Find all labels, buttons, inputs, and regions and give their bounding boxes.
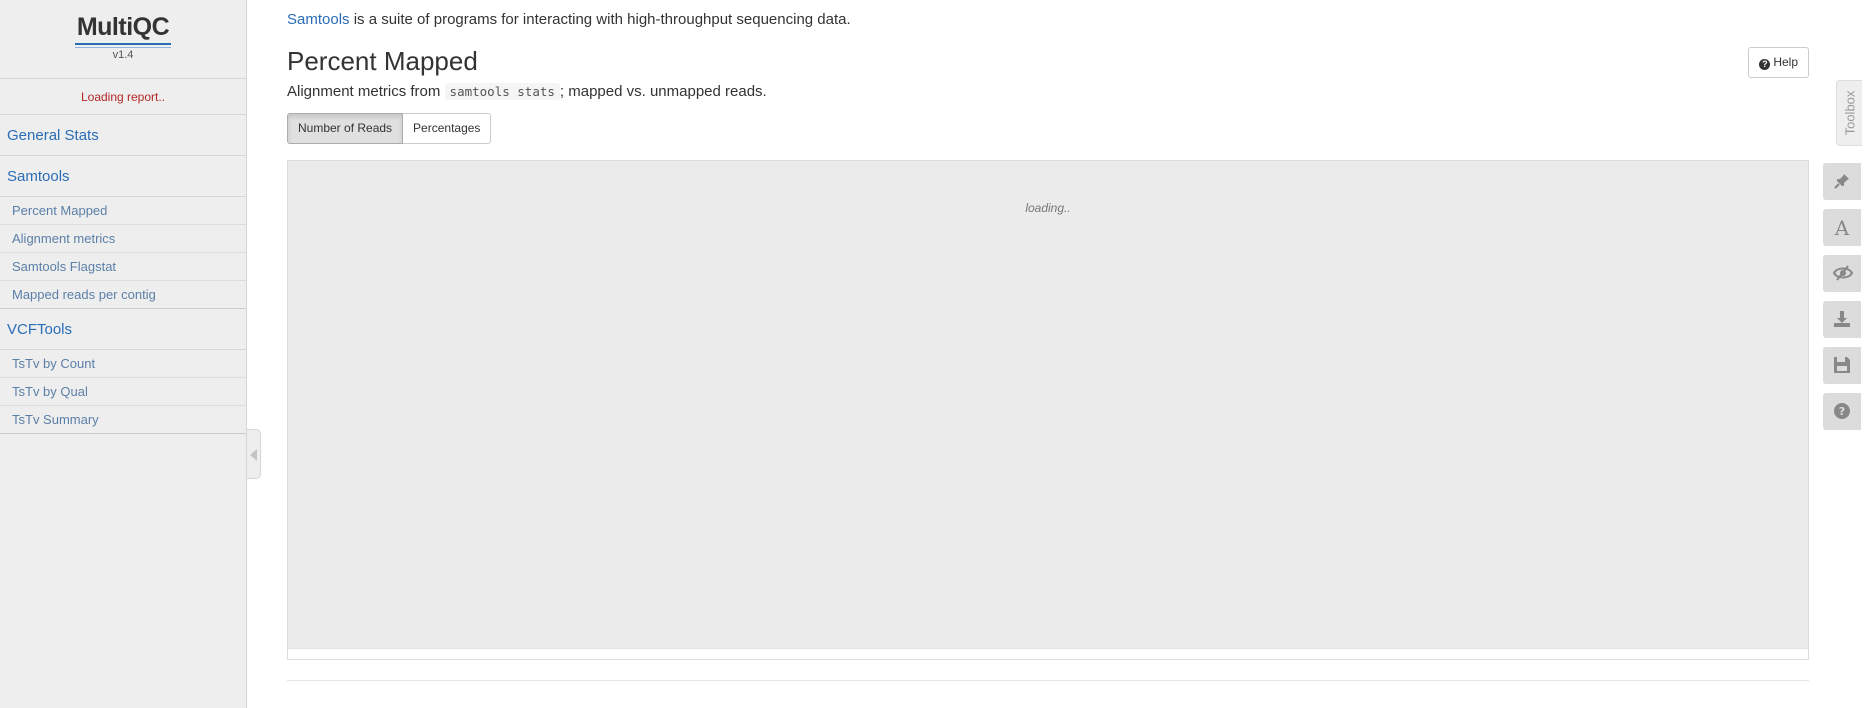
nav-sub-alignment-metrics[interactable]: Alignment metrics: [0, 225, 246, 253]
plot-resize-handle[interactable]: [288, 648, 1808, 659]
plot-toggle-group: Number of Reads Percentages: [287, 113, 1809, 144]
svg-text:?: ?: [1839, 405, 1845, 418]
toolbox-export-button[interactable]: [1823, 301, 1861, 338]
toolbox-label: Toolbox: [1842, 90, 1857, 136]
pin-icon: [1834, 174, 1849, 189]
multiqc-logo[interactable]: MultiQC: [74, 14, 172, 48]
eye-slash-icon: [1833, 265, 1853, 281]
nav-vcftools[interactable]: VCFTools: [0, 309, 246, 350]
nav-sub-percent-mapped[interactable]: Percent Mapped: [0, 197, 246, 225]
toolbox-hide-button[interactable]: [1823, 255, 1861, 292]
font-icon: A: [1834, 218, 1850, 238]
nav-sub-tstv-by-qual[interactable]: TsTv by Qual: [0, 378, 246, 406]
download-icon: [1834, 311, 1850, 327]
version-label: v1.4: [112, 49, 134, 61]
toolbox-rename-button[interactable]: A: [1823, 209, 1861, 246]
section-divider: [287, 680, 1809, 681]
nav-sub-mapped-reads-per-contig[interactable]: Mapped reads per contig: [0, 281, 246, 309]
desc-prefix: Alignment metrics from: [287, 83, 445, 100]
module-intro: Samtools is a suite of programs for inte…: [287, 11, 1809, 28]
plot-container: loading..: [287, 160, 1809, 660]
main-content: Samtools is a suite of programs for inte…: [287, 0, 1809, 681]
toolbox-highlight-button[interactable]: [1823, 163, 1861, 200]
desc-code: samtools stats: [444, 83, 560, 100]
nav-sub-tstv-summary[interactable]: TsTv Summary: [0, 406, 246, 434]
section-description: Alignment metrics from samtools stats; m…: [287, 83, 1809, 101]
nav-sub-tstv-by-count[interactable]: TsTv by Count: [0, 350, 246, 378]
section-title: Percent Mapped: [287, 46, 478, 76]
samtools-link[interactable]: Samtools: [287, 11, 350, 28]
toolbox-tab[interactable]: Toolbox: [1836, 80, 1862, 146]
help-button-label: Help: [1773, 55, 1798, 69]
plot-loading-text: loading..: [1025, 201, 1071, 215]
intro-text: is a suite of programs for interacting w…: [349, 11, 851, 28]
help-button[interactable]: ? Help: [1748, 47, 1809, 78]
nav-sub-samtools-flagstat[interactable]: Samtools Flagstat: [0, 253, 246, 281]
question-circle-icon: ?: [1759, 59, 1771, 70]
logo-block: MultiQC v1.4: [0, 0, 246, 79]
nav-general-stats[interactable]: General Stats: [0, 115, 246, 156]
toggle-number-of-reads[interactable]: Number of Reads: [287, 113, 404, 144]
loading-status: Loading report..: [0, 79, 246, 115]
help-circle-icon: ?: [1834, 403, 1850, 419]
sidebar-collapse-handle[interactable]: [247, 429, 261, 479]
chevron-left-icon: [250, 449, 257, 461]
toolbox-save-button[interactable]: [1823, 347, 1861, 384]
desc-suffix: ; mapped vs. unmapped reads.: [559, 83, 767, 100]
nav-samtools[interactable]: Samtools: [0, 156, 246, 197]
section-header: Percent Mapped ? Help: [287, 47, 1809, 79]
toolbox-help-button[interactable]: ?: [1823, 393, 1861, 430]
save-icon: [1834, 357, 1850, 373]
svg-text:A: A: [1834, 218, 1850, 238]
toggle-percentages[interactable]: Percentages: [403, 113, 492, 144]
sidebar: MultiQC v1.4 Loading report.. General St…: [0, 0, 247, 708]
